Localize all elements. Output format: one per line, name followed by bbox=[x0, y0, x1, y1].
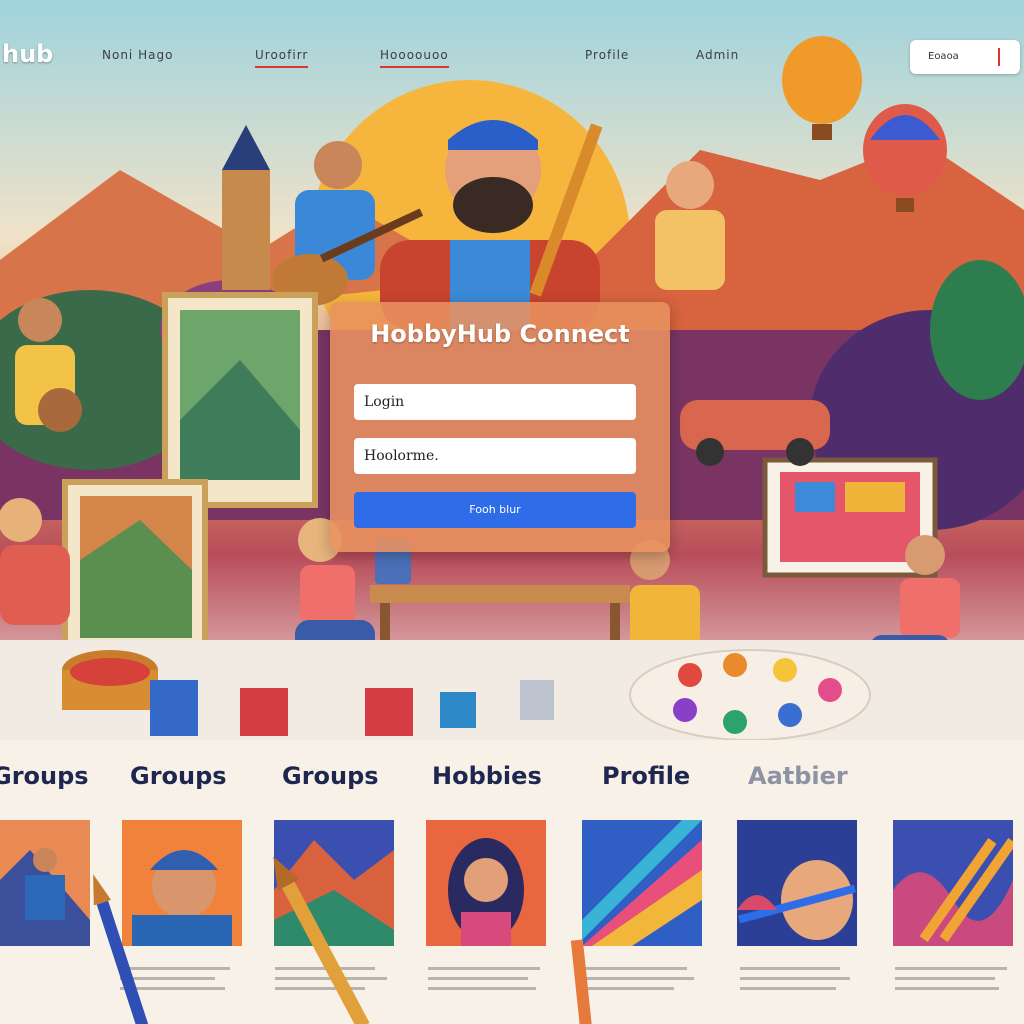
caption-lines-5 bbox=[582, 967, 697, 997]
card-image-7[interactable] bbox=[893, 820, 1013, 946]
card-art-7 bbox=[893, 820, 1013, 946]
card-image-4[interactable] bbox=[426, 820, 546, 946]
password-field[interactable]: Hoolorme. bbox=[354, 438, 636, 474]
caption-lines-4 bbox=[428, 967, 543, 997]
nav-link-home[interactable]: Noni Hago bbox=[102, 48, 173, 62]
nav-link-profile[interactable]: Profile bbox=[585, 48, 629, 62]
hero-illustration: hub Noni Hago Uroofirr Hoooouoo Profile … bbox=[0, 0, 1024, 740]
card-art-1 bbox=[0, 820, 90, 946]
search-input[interactable]: Eoaoa bbox=[910, 40, 1020, 74]
login-button-label: Fooh blur bbox=[469, 503, 521, 516]
tab-hobbies[interactable]: Hobbies bbox=[432, 762, 542, 790]
nav-link-3[interactable]: Hoooouoo bbox=[380, 48, 449, 68]
card-image-2[interactable] bbox=[122, 820, 242, 946]
login-card: HobbyHub Connect Login Hoolorme. Fooh bl… bbox=[330, 302, 670, 552]
tab-groups-1[interactable]: Groups bbox=[0, 762, 89, 790]
username-placeholder: Login bbox=[364, 394, 405, 410]
tab-groups-3[interactable]: Groups bbox=[282, 762, 379, 790]
card-art-5 bbox=[582, 820, 702, 946]
tab-profile[interactable]: Profile bbox=[602, 762, 690, 790]
username-field[interactable]: Login bbox=[354, 384, 636, 420]
card-image-6[interactable] bbox=[737, 820, 857, 946]
card-art-3 bbox=[274, 820, 394, 946]
card-art-6 bbox=[737, 820, 857, 946]
caption-lines-2 bbox=[120, 967, 235, 997]
caption-lines-7 bbox=[895, 967, 1010, 997]
caption-lines-6 bbox=[740, 967, 855, 997]
caption-lines-3 bbox=[275, 967, 390, 997]
tab-admin[interactable]: Aatbier bbox=[748, 762, 848, 790]
card-image-3[interactable] bbox=[274, 820, 394, 946]
brand-logo[interactable]: hub bbox=[2, 40, 53, 68]
nav-link-2[interactable]: Uroofirr bbox=[255, 48, 309, 68]
card-image-1[interactable] bbox=[0, 820, 90, 946]
nav-link-admin[interactable]: Admin bbox=[696, 48, 739, 62]
top-navigation: hub Noni Hago Uroofirr Hoooouoo Profile … bbox=[0, 0, 1024, 100]
text-cursor bbox=[998, 48, 1000, 66]
login-button[interactable]: Fooh blur bbox=[354, 492, 636, 528]
card-image-5[interactable] bbox=[582, 820, 702, 946]
search-value: Eoaoa bbox=[928, 51, 959, 62]
password-placeholder: Hoolorme. bbox=[364, 448, 439, 464]
card-art-4 bbox=[426, 820, 546, 946]
login-title: HobbyHub Connect bbox=[370, 320, 630, 348]
card-art-2 bbox=[122, 820, 242, 946]
tab-groups-2[interactable]: Groups bbox=[130, 762, 227, 790]
